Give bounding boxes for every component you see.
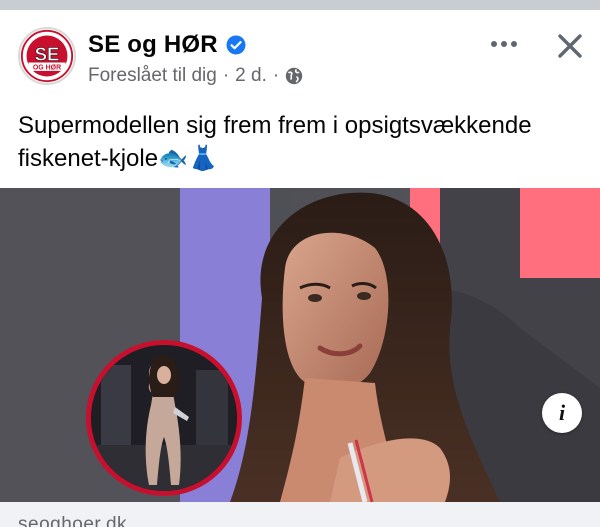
info-glyph: i bbox=[558, 400, 566, 425]
feed-divider bbox=[0, 0, 600, 10]
page-name-link[interactable]: SE og HØR bbox=[88, 31, 218, 59]
post-image[interactable]: i bbox=[0, 188, 600, 502]
suggested-label: Foreslået til dig bbox=[88, 65, 217, 86]
post-photo bbox=[0, 188, 600, 502]
more-dot bbox=[511, 41, 517, 47]
more-options-icon[interactable] bbox=[486, 30, 522, 58]
inset-photo bbox=[86, 340, 242, 496]
post-meta: Foreslået til dig · 2 d. · bbox=[88, 64, 303, 88]
inset-scene bbox=[91, 345, 237, 491]
meta-separator: · bbox=[222, 65, 230, 86]
se-og-hoer-logo: SE OG HØR bbox=[20, 29, 74, 83]
meta-separator: · bbox=[272, 65, 280, 86]
verified-badge-icon bbox=[226, 35, 246, 55]
close-icon[interactable] bbox=[552, 28, 588, 64]
page-name-row: SE og HØR bbox=[88, 30, 246, 60]
post-timestamp[interactable]: 2 d. bbox=[235, 65, 267, 87]
post-header: SE OG HØR SE og HØR Foreslået til dig · … bbox=[0, 10, 600, 105]
post-message: Supermodellen sig frem frem i opsigtsvæk… bbox=[18, 110, 588, 175]
page-avatar[interactable]: SE OG HØR bbox=[18, 27, 76, 85]
svg-text:SE: SE bbox=[35, 44, 60, 65]
more-dot bbox=[491, 41, 497, 47]
link-domain[interactable]: seoghoer.dk bbox=[18, 514, 127, 527]
svg-text:OG HØR: OG HØR bbox=[33, 65, 61, 72]
post-message-emojis: 🐟👗 bbox=[158, 144, 218, 172]
globe-icon[interactable] bbox=[285, 67, 303, 85]
post-message-text: Supermodellen sig frem frem i opsigtsvæk… bbox=[18, 112, 532, 172]
more-dot bbox=[501, 41, 507, 47]
info-icon[interactable]: i bbox=[542, 393, 582, 433]
